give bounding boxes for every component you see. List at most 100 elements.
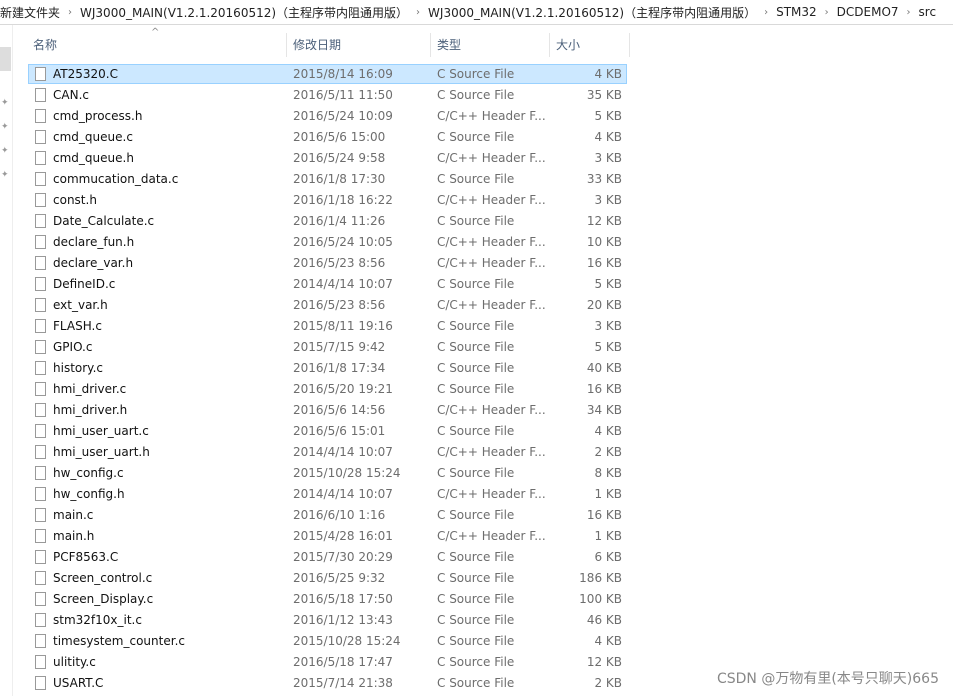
- file-type: C/C++ Header F...: [437, 109, 546, 123]
- breadcrumb-item[interactable]: STM32: [776, 5, 817, 19]
- file-type: C/C++ Header F...: [437, 298, 546, 312]
- file-row[interactable]: hmi_driver.h 2016/5/6 14:56 C/C++ Header F…: [28, 400, 627, 420]
- file-row[interactable]: PCF8563.C 2015/7/30 20:29 C Source File 6 K…: [28, 547, 627, 567]
- file-type: C Source File: [437, 466, 515, 480]
- file-icon: [35, 424, 46, 438]
- file-name: cmd_process.h: [53, 109, 143, 123]
- file-row[interactable]: CAN.c 2016/5/11 11:50 C Source File 35 KB: [28, 85, 627, 105]
- file-size: 16 KB: [586, 382, 622, 396]
- file-row[interactable]: ulitity.c 2016/5/18 17:47 C Source File 12 …: [28, 652, 627, 672]
- file-date: 2016/1/8 17:30: [293, 172, 386, 186]
- file-type: C Source File: [437, 634, 515, 648]
- file-date: 2016/5/24 10:05: [293, 235, 393, 249]
- file-row[interactable]: hmi_user_uart.h 2014/4/14 10:07 C/C++ Head…: [28, 442, 627, 462]
- file-row[interactable]: hmi_driver.c 2016/5/20 19:21 C Source File…: [28, 379, 627, 399]
- file-size: 1 KB: [594, 487, 622, 501]
- breadcrumb-item[interactable]: DCDEMO7: [837, 5, 899, 19]
- file-size: 3 KB: [594, 319, 622, 333]
- file-name: hmi_driver.h: [53, 403, 128, 417]
- file-row[interactable]: AT25320.C 2015/8/14 16:09 C Source File 4 K…: [28, 64, 627, 84]
- file-row[interactable]: cmd_queue.h 2016/5/24 9:58 C/C++ Header F.…: [28, 148, 627, 168]
- file-row[interactable]: hmi_user_uart.c 2016/5/6 15:01 C Source Fi…: [28, 421, 627, 441]
- file-size: 1 KB: [594, 529, 622, 543]
- file-name: cmd_queue.c: [53, 130, 133, 144]
- file-row[interactable]: Date_Calculate.c 2016/1/4 11:26 C Source F…: [28, 211, 627, 231]
- file-type: C Source File: [437, 571, 515, 585]
- file-size: 2 KB: [594, 676, 622, 690]
- breadcrumb-item[interactable]: 新建文件夹: [0, 4, 60, 21]
- file-row[interactable]: cmd_queue.c 2016/5/6 15:00 C Source File 4 …: [28, 127, 627, 147]
- file-name: CAN.c: [53, 88, 89, 102]
- file-row[interactable]: const.h 2016/1/18 16:22 C/C++ Header F... 3…: [28, 190, 627, 210]
- pin-icon: ✦: [1, 122, 9, 132]
- file-row[interactable]: Screen_control.c 2016/5/25 9:32 C Source F…: [28, 568, 627, 588]
- file-type: C Source File: [437, 130, 515, 144]
- file-name: ulitity.c: [53, 655, 96, 669]
- file-type: C Source File: [437, 592, 515, 606]
- file-icon: [35, 655, 46, 669]
- file-name: hmi_driver.c: [53, 382, 127, 396]
- column-type[interactable]: 类型: [431, 33, 550, 57]
- file-icon: [35, 172, 46, 186]
- file-row[interactable]: hw_config.c 2015/10/28 15:24 C Source File…: [28, 463, 627, 483]
- file-name: const.h: [53, 193, 97, 207]
- file-icon: [35, 256, 46, 270]
- file-row[interactable]: main.h 2015/4/28 16:01 C/C++ Header F... 1 …: [28, 526, 627, 546]
- file-size: 4 KB: [594, 424, 622, 438]
- file-name: hmi_user_uart.h: [53, 445, 150, 459]
- file-type: C Source File: [437, 214, 515, 228]
- breadcrumb-item[interactable]: WJ3000_MAIN(V1.2.1.20160512)（主程序带内阻通用版）: [80, 4, 408, 21]
- file-icon: [35, 361, 46, 375]
- file-icon: [35, 676, 46, 690]
- file-row[interactable]: DefineID.c 2014/4/14 10:07 C Source File 5 …: [28, 274, 627, 294]
- file-row[interactable]: main.c 2016/6/10 1:16 C Source File 16 KB: [28, 505, 627, 525]
- breadcrumb-item[interactable]: src: [919, 5, 937, 19]
- file-icon: [35, 445, 46, 459]
- breadcrumb-item[interactable]: WJ3000_MAIN(V1.2.1.20160512)（主程序带内阻通用版）: [428, 4, 756, 21]
- file-name: USART.C: [53, 676, 104, 690]
- file-type: C Source File: [437, 67, 515, 81]
- column-date[interactable]: 修改日期: [287, 33, 431, 57]
- file-date: 2016/5/23 8:56: [293, 256, 386, 270]
- file-size: 6 KB: [594, 550, 622, 564]
- file-date: 2016/5/18 17:47: [293, 655, 393, 669]
- file-icon: [35, 529, 46, 543]
- nav-selected-item[interactable]: [0, 47, 11, 71]
- file-size: 186 KB: [579, 571, 622, 585]
- file-name: timesystem_counter.c: [53, 634, 185, 648]
- file-name: declare_var.h: [53, 256, 134, 270]
- file-row[interactable]: USART.C 2015/7/14 21:38 C Source File 2 KB: [28, 673, 627, 693]
- file-row[interactable]: hw_config.h 2014/4/14 10:07 C/C++ Header F…: [28, 484, 627, 504]
- column-name[interactable]: 名称: [27, 33, 287, 57]
- file-row[interactable]: declare_var.h 2016/5/23 8:56 C/C++ Header …: [28, 253, 627, 273]
- file-row[interactable]: GPIO.c 2015/7/15 9:42 C Source File 5 KB: [28, 337, 627, 357]
- file-date: 2015/7/15 9:42: [293, 340, 386, 354]
- file-row[interactable]: cmd_process.h 2016/5/24 10:09 C/C++ Header…: [28, 106, 627, 126]
- file-date: 2016/5/25 9:32: [293, 571, 386, 585]
- file-name: AT25320.C: [53, 67, 118, 81]
- file-row[interactable]: ext_var.h 2016/5/23 8:56 C/C++ Header F...…: [28, 295, 627, 315]
- chevron-right-icon: ›: [764, 6, 769, 18]
- file-row[interactable]: commucation_data.c 2016/1/8 17:30 C Source…: [28, 169, 627, 189]
- navigation-pane: ✦ ✦ ✦ ✦: [0, 25, 13, 696]
- file-name: Date_Calculate.c: [53, 214, 155, 228]
- column-size[interactable]: 大小: [550, 33, 630, 57]
- file-date: 2015/8/11 19:16: [293, 319, 393, 333]
- file-row[interactable]: Screen_Display.c 2016/5/18 17:50 C Source …: [28, 589, 627, 609]
- file-size: 4 KB: [594, 130, 622, 144]
- file-icon: [35, 319, 46, 333]
- file-icon: [35, 592, 46, 606]
- file-row[interactable]: FLASH.c 2015/8/11 19:16 C Source File 3 KB: [28, 316, 627, 336]
- file-name: stm32f10x_it.c: [53, 613, 142, 627]
- file-name: ext_var.h: [53, 298, 108, 312]
- file-name: hmi_user_uart.c: [53, 424, 149, 438]
- file-size: 12 KB: [586, 655, 622, 669]
- file-type: C Source File: [437, 550, 515, 564]
- file-type: C/C++ Header F...: [437, 403, 546, 417]
- file-icon: [35, 277, 46, 291]
- file-row[interactable]: history.c 2016/1/8 17:34 C Source File 40 K…: [28, 358, 627, 378]
- file-name: hw_config.c: [53, 466, 124, 480]
- file-row[interactable]: timesystem_counter.c 2015/10/28 15:24 C So…: [28, 631, 627, 651]
- file-row[interactable]: declare_fun.h 2016/5/24 10:05 C/C++ Header…: [28, 232, 627, 252]
- file-row[interactable]: stm32f10x_it.c 2016/1/12 13:43 C Source Fi…: [28, 610, 627, 630]
